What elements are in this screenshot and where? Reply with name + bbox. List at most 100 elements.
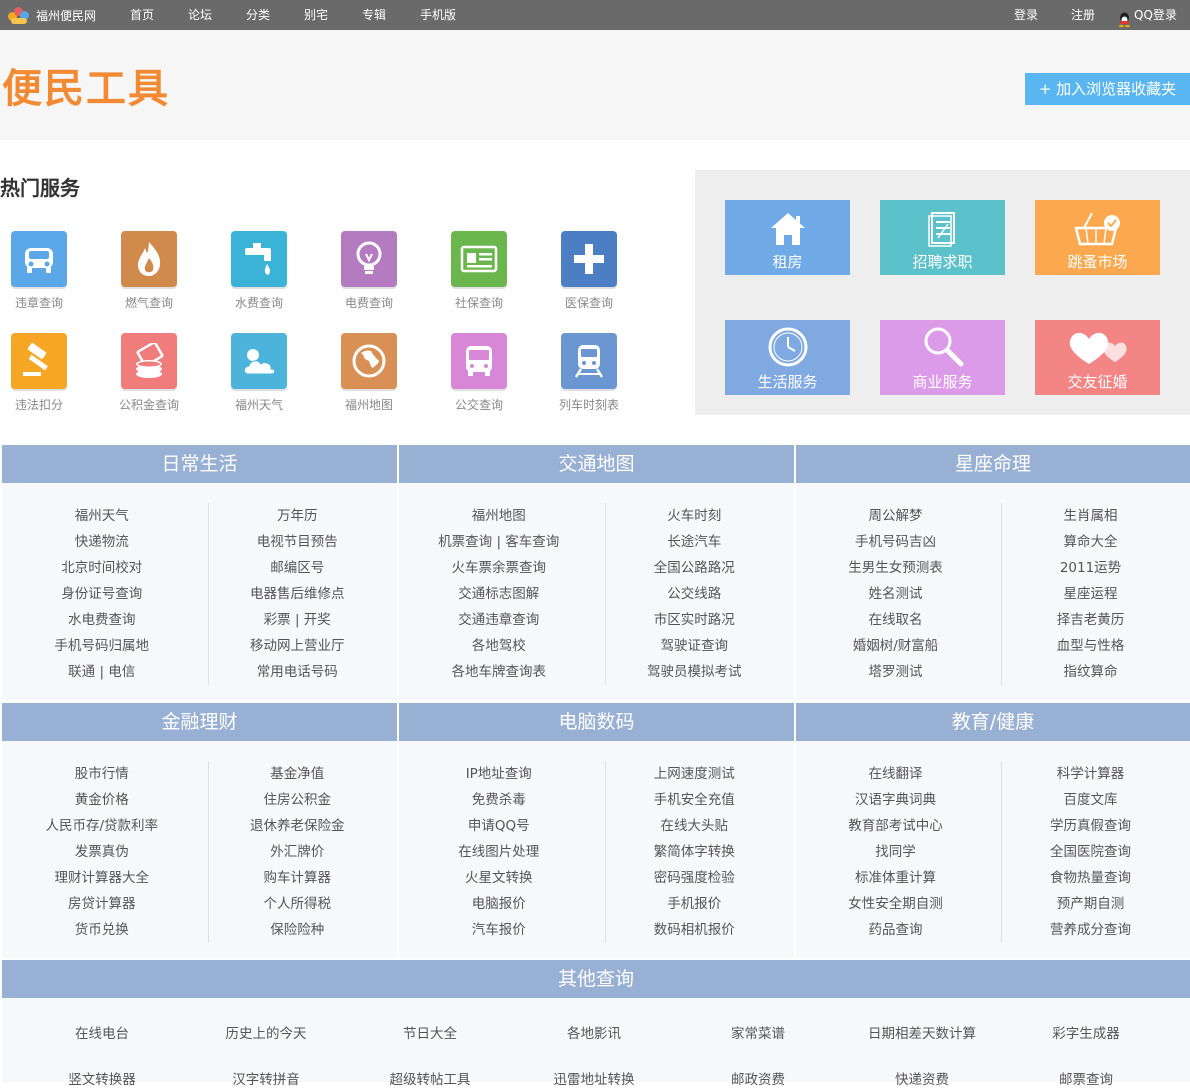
tile-house[interactable]: 租房 (725, 200, 850, 275)
category-link[interactable]: 科学计算器 (997, 761, 1184, 787)
hot-service-coins[interactable]: 公积金查询 (104, 333, 194, 413)
hot-service-lightbulb[interactable]: 电费查询 (324, 231, 414, 311)
qq-login-link[interactable]: QQ登录 (1118, 0, 1177, 30)
category-link[interactable]: 免费杀毒 (405, 787, 593, 813)
category-link[interactable]: 数码相机报价 (601, 917, 789, 943)
category-link[interactable]: 驾驶证查询 (601, 633, 789, 659)
category-link[interactable]: 生男生女预测表 (802, 555, 989, 581)
category-link[interactable]: 保险险种 (204, 917, 392, 943)
category-link[interactable]: IP地址查询 (405, 761, 593, 787)
category-link[interactable]: 退休养老保险金 (204, 813, 392, 839)
category-link[interactable]: 移动网上营业厅 (204, 633, 392, 659)
other-query-link[interactable]: 历史上的今天 (184, 1022, 348, 1042)
category-link[interactable]: 汽车报价 (405, 917, 593, 943)
category-link[interactable]: 驾驶员模拟考试 (601, 659, 789, 685)
hot-service-medical-cross[interactable]: 医保查询 (544, 231, 634, 311)
category-link[interactable]: 在线翻译 (802, 761, 989, 787)
category-link[interactable]: 邮编区号 (204, 555, 392, 581)
category-link[interactable]: 繁简体字转换 (601, 839, 789, 865)
category-link[interactable]: 在线取名 (802, 607, 989, 633)
tile-document[interactable]: 招聘求职 (880, 200, 1005, 275)
hot-service-id-card[interactable]: 社保查询 (434, 231, 524, 311)
category-link[interactable]: 手机号码归属地 (8, 633, 196, 659)
category-link[interactable]: 交通标志图解 (405, 581, 593, 607)
category-link[interactable]: 2011运势 (997, 555, 1184, 581)
category-link[interactable]: 常用电话号码 (204, 659, 392, 685)
category-link[interactable]: 塔罗测试 (802, 659, 989, 685)
category-link[interactable]: 申请QQ号 (405, 813, 593, 839)
nav-home[interactable]: 首页 (130, 0, 154, 30)
category-link[interactable]: 药品查询 (802, 917, 989, 943)
other-query-link[interactable]: 节日大全 (348, 1022, 512, 1042)
category-link[interactable]: 手机报价 (601, 891, 789, 917)
hot-service-globe[interactable]: 福州地图 (324, 333, 414, 413)
category-link[interactable]: 电视节目预告 (204, 529, 392, 555)
category-link[interactable]: 水电费查询 (8, 607, 196, 633)
site-logo[interactable]: 福州便民网 (8, 5, 96, 25)
login-link[interactable]: 登录 (1014, 0, 1038, 30)
category-link[interactable]: 彩票 | 开奖 (204, 607, 392, 633)
category-link[interactable]: 货币兑换 (8, 917, 196, 943)
other-query-link[interactable]: 迅雷地址转换 (512, 1068, 676, 1088)
tile-hearts[interactable]: 交友征婚 (1035, 320, 1160, 395)
category-link[interactable]: 房贷计算器 (8, 891, 196, 917)
category-link[interactable]: 电器售后维修点 (204, 581, 392, 607)
category-link[interactable]: 交通违章查询 (405, 607, 593, 633)
nav-albums[interactable]: 专辑 (362, 0, 386, 30)
category-link[interactable]: 个人所得税 (204, 891, 392, 917)
category-link[interactable]: 公交线路 (601, 581, 789, 607)
category-link[interactable]: 教育部考试中心 (802, 813, 989, 839)
category-link[interactable]: 汉语字典词典 (802, 787, 989, 813)
nav-houses[interactable]: 别宅 (304, 0, 328, 30)
category-link[interactable]: 外汇牌价 (204, 839, 392, 865)
category-link[interactable]: 北京时间校对 (8, 555, 196, 581)
other-query-link[interactable]: 日期相差天数计算 (840, 1022, 1004, 1042)
tile-magnifier[interactable]: 商业服务 (880, 320, 1005, 395)
other-query-link[interactable]: 竖文转换器 (20, 1068, 184, 1088)
category-link[interactable]: 机票查询 | 客车查询 (405, 529, 593, 555)
category-link[interactable]: 择吉老黄历 (997, 607, 1184, 633)
category-link[interactable]: 联通 | 电信 (8, 659, 196, 685)
category-link[interactable]: 上网速度测试 (601, 761, 789, 787)
other-query-link[interactable]: 各地影讯 (512, 1022, 676, 1042)
category-link[interactable]: 购车计算器 (204, 865, 392, 891)
category-link[interactable]: 算命大全 (997, 529, 1184, 555)
category-link[interactable]: 福州地图 (405, 503, 593, 529)
tile-clock[interactable]: 生活服务 (725, 320, 850, 395)
category-link[interactable]: 标准体重计算 (802, 865, 989, 891)
category-link[interactable]: 人民币存/贷款利率 (8, 813, 196, 839)
category-link[interactable]: 星座运程 (997, 581, 1184, 607)
category-link[interactable]: 股市行情 (8, 761, 196, 787)
category-link[interactable]: 黄金价格 (8, 787, 196, 813)
category-link[interactable]: 女性安全期自测 (802, 891, 989, 917)
category-link[interactable]: 营养成分查询 (997, 917, 1184, 943)
nav-classified[interactable]: 分类 (246, 0, 270, 30)
other-query-link[interactable]: 邮政资费 (676, 1068, 840, 1088)
tile-basket[interactable]: 跳蚤市场 (1035, 200, 1160, 275)
other-query-link[interactable]: 邮票查询 (1004, 1068, 1168, 1088)
category-link[interactable]: 找同学 (802, 839, 989, 865)
category-link[interactable]: 血型与性格 (997, 633, 1184, 659)
category-link[interactable]: 生肖属相 (997, 503, 1184, 529)
category-link[interactable]: 基金净值 (204, 761, 392, 787)
category-link[interactable]: 身份证号查询 (8, 581, 196, 607)
category-link[interactable]: 各地驾校 (405, 633, 593, 659)
category-link[interactable]: 火车时刻 (601, 503, 789, 529)
category-link[interactable]: 密码强度检验 (601, 865, 789, 891)
hot-service-train[interactable]: 列车时刻表 (544, 333, 634, 413)
hot-service-faucet[interactable]: 水费查询 (214, 231, 304, 311)
category-link[interactable]: 在线图片处理 (405, 839, 593, 865)
category-link[interactable]: 火星文转换 (405, 865, 593, 891)
category-link[interactable]: 学历真假查询 (997, 813, 1184, 839)
category-link[interactable]: 万年历 (204, 503, 392, 529)
category-link[interactable]: 姓名测试 (802, 581, 989, 607)
other-query-link[interactable]: 彩字生成器 (1004, 1022, 1168, 1042)
category-link[interactable]: 全国医院查询 (997, 839, 1184, 865)
category-link[interactable]: 在线大头贴 (601, 813, 789, 839)
add-to-favorites-button[interactable]: + 加入浏览器收藏夹 (1025, 73, 1190, 105)
category-link[interactable]: 住房公积金 (204, 787, 392, 813)
other-query-link[interactable]: 超级转帖工具 (348, 1068, 512, 1088)
category-link[interactable]: 食物热量查询 (997, 865, 1184, 891)
nav-mobile[interactable]: 手机版 (420, 0, 456, 30)
category-link[interactable]: 理财计算器大全 (8, 865, 196, 891)
